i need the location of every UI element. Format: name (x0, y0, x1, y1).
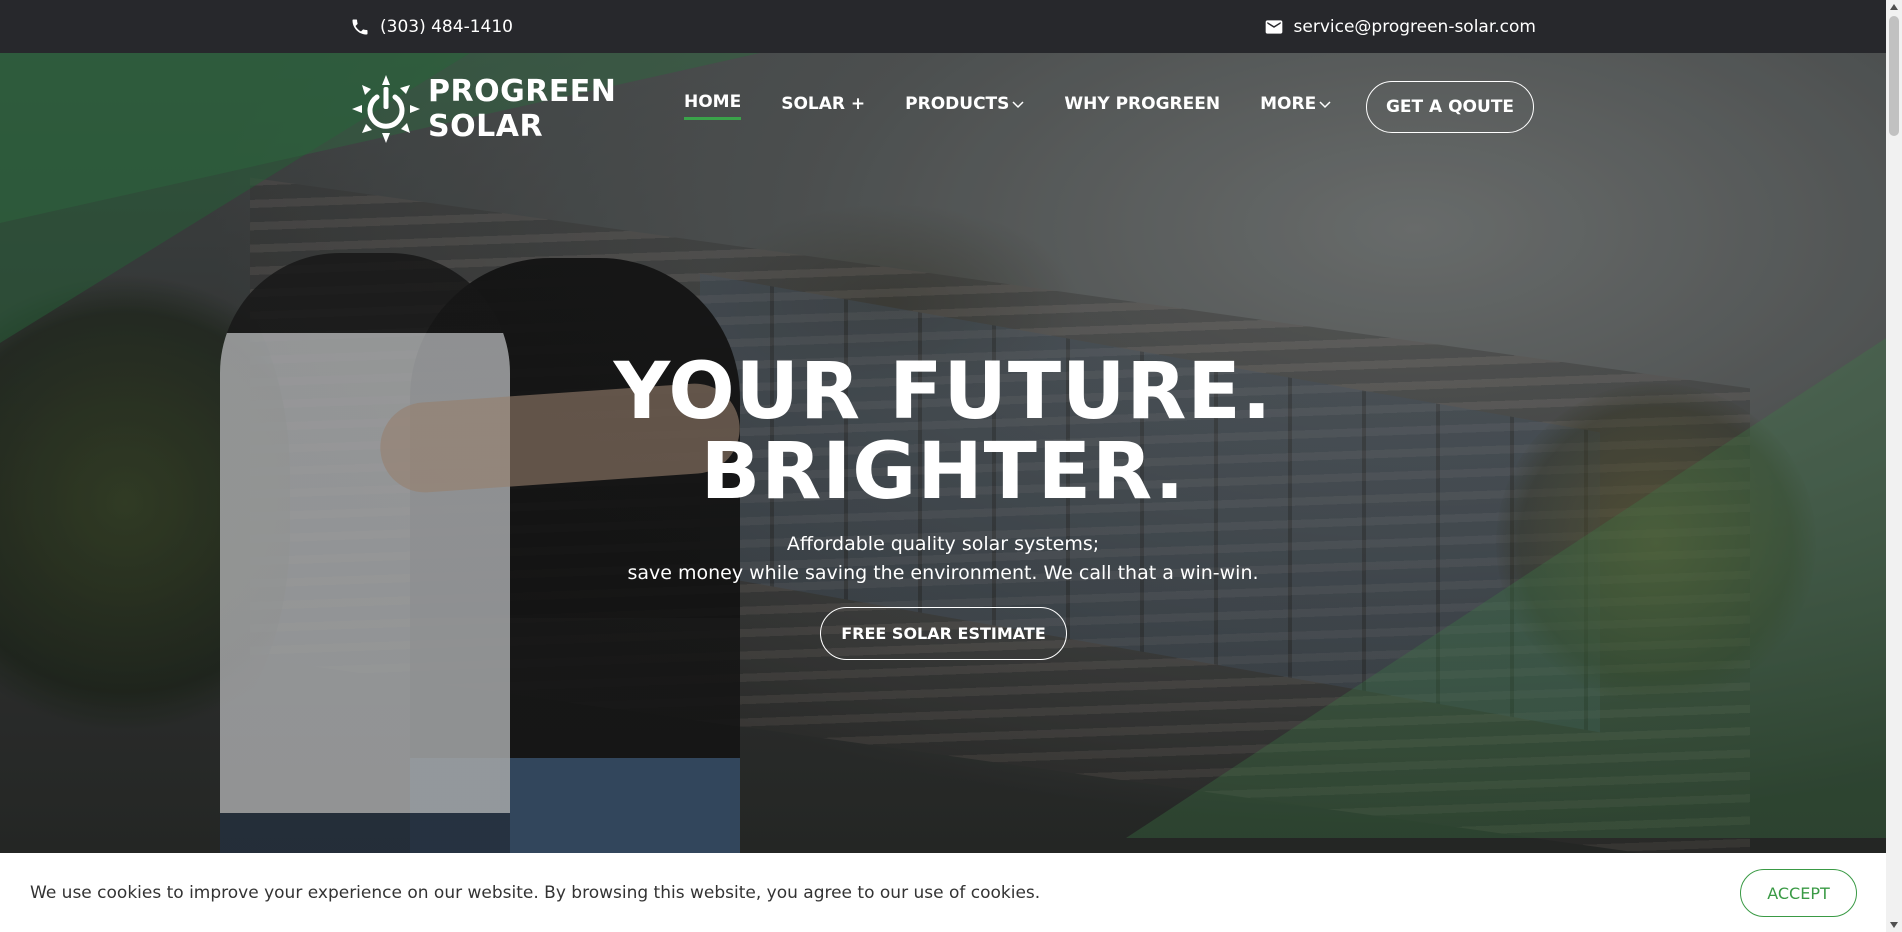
envelope-icon (1265, 19, 1282, 34)
nav-item-products[interactable]: PRODUCTS (905, 92, 1024, 120)
accept-cookies-button[interactable]: ACCEPT (1740, 869, 1857, 917)
scroll-up-arrow-icon[interactable] (1890, 4, 1898, 10)
page-scrollbar[interactable] (1886, 0, 1902, 932)
nav-solar-label: SOLAR + (781, 93, 866, 114)
phone-link[interactable]: (303) 484-1410 (350, 0, 513, 53)
logo-text-progreen: PROGREEN (428, 74, 617, 109)
hero-headline: YOUR FUTURE. BRIGHTER. (0, 352, 1886, 512)
site-logo[interactable]: PROGREEN SOLAR (350, 73, 616, 145)
contact-topbar: (303) 484-1410 service@progreen-solar.co… (0, 0, 1886, 53)
nav-item-why-progreen[interactable]: WHY PROGREEN (1064, 92, 1220, 120)
logo-text-solar: SOLAR (428, 109, 544, 144)
power-sun-icon (352, 75, 420, 143)
phone-number: (303) 484-1410 (380, 16, 513, 37)
chevron-down-icon (1012, 100, 1024, 108)
page-viewport: (303) 484-1410 service@progreen-solar.co… (0, 0, 1886, 932)
nav-products-label: PRODUCTS (905, 93, 1010, 114)
nav-item-more[interactable]: MORE (1260, 92, 1331, 120)
subtitle-line-1: Affordable quality solar systems; (786, 533, 1100, 555)
headline-line-2: BRIGHTER. (700, 427, 1186, 517)
scroll-down-arrow-icon[interactable] (1890, 922, 1898, 928)
phone-icon (352, 19, 368, 34)
subtitle-line-2: save money while saving the environment.… (627, 562, 1259, 584)
cookie-message: We use cookies to improve your experienc… (30, 882, 1041, 903)
nav-item-solar-plus[interactable]: SOLAR + (781, 92, 865, 120)
nav-item-home[interactable]: HOME (684, 92, 742, 120)
email-link[interactable]: service@progreen-solar.com (1264, 0, 1536, 53)
headline-line-1: YOUR FUTURE. (613, 347, 1273, 437)
hero-subtitle: Affordable quality solar systems; save m… (0, 530, 1886, 588)
nav-home-label: HOME (684, 92, 742, 112)
main-navigation: HOME SOLAR + PRODUCTS WHY PROGREEN MORE (684, 92, 1331, 120)
get-a-quote-button[interactable]: GET A QOUTE (1366, 81, 1534, 133)
scrollbar-thumb[interactable] (1889, 16, 1899, 136)
nav-why-label: WHY PROGREEN (1064, 93, 1221, 114)
nav-more-label: MORE (1260, 93, 1317, 114)
email-address: service@progreen-solar.com (1293, 16, 1536, 37)
chevron-down-icon (1319, 100, 1331, 108)
free-solar-estimate-button[interactable]: FREE SOLAR ESTIMATE (820, 607, 1067, 660)
cookie-banner: We use cookies to improve your experienc… (0, 853, 1886, 932)
